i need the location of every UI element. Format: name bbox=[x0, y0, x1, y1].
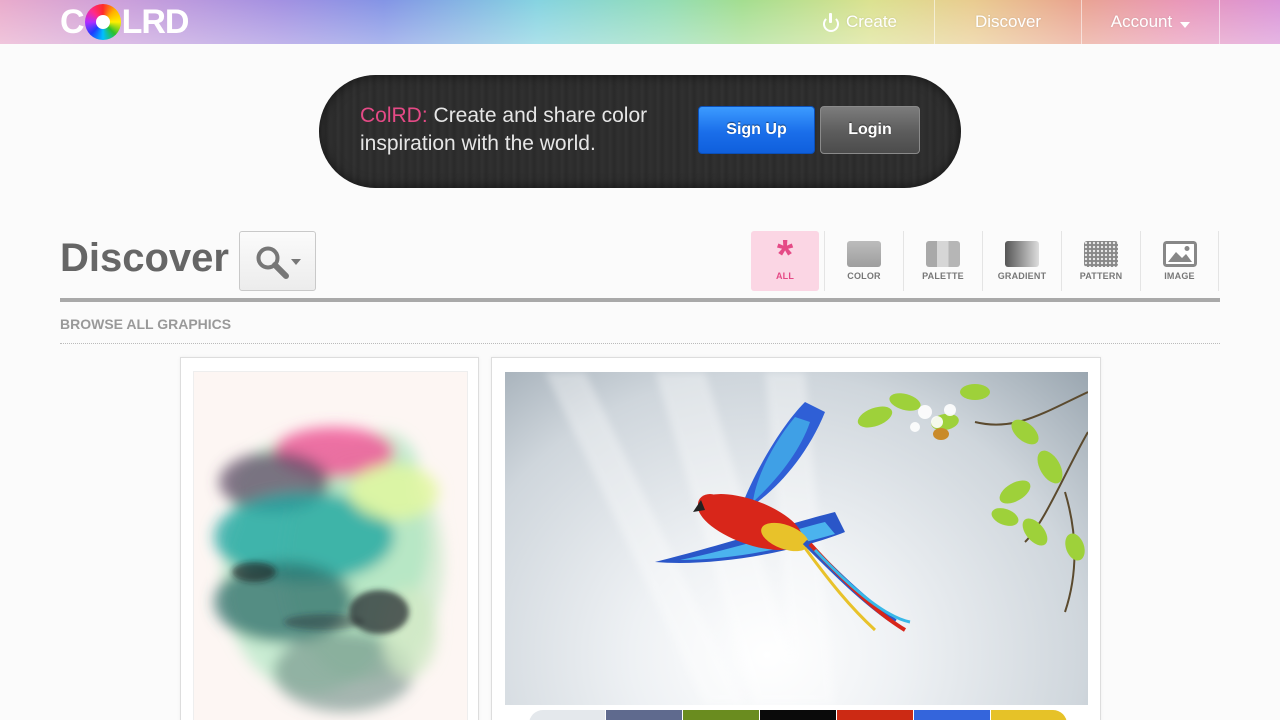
dotted-divider bbox=[60, 343, 1220, 344]
image-icon bbox=[1162, 241, 1197, 267]
filter-label: GRADIENT bbox=[997, 271, 1047, 281]
palette-swatch[interactable] bbox=[683, 710, 759, 720]
palette-swatch[interactable] bbox=[991, 710, 1067, 720]
graphic-type-filters: * ALL COLOR PALETTE GRADIENT PATTERN IMA… bbox=[751, 231, 1219, 291]
top-navigation-bar: C LRD Create Discover Account bbox=[0, 0, 1280, 44]
promo-brand: ColRD: bbox=[360, 104, 428, 127]
page-title: Discover bbox=[60, 236, 229, 280]
color-icon bbox=[847, 241, 881, 267]
filter-image[interactable]: IMAGE bbox=[1140, 231, 1219, 291]
colrd-logo[interactable]: C LRD bbox=[60, 2, 190, 41]
filter-gradient[interactable]: GRADIENT bbox=[982, 231, 1061, 291]
filter-label: PATTERN bbox=[1079, 271, 1123, 281]
graphic-card[interactable] bbox=[180, 357, 479, 720]
graphic-card[interactable] bbox=[491, 357, 1101, 720]
palette-swatch[interactable] bbox=[529, 710, 605, 720]
section-divider bbox=[60, 298, 1220, 302]
nav-create[interactable]: Create bbox=[800, 0, 935, 44]
login-button[interactable]: Login bbox=[820, 106, 920, 154]
power-icon bbox=[822, 13, 840, 32]
search-icon bbox=[256, 246, 289, 279]
gradient-icon bbox=[1005, 241, 1039, 267]
watercolor-splash-art bbox=[214, 427, 444, 712]
watercolor-image[interactable] bbox=[193, 371, 468, 720]
filter-label: IMAGE bbox=[1164, 271, 1195, 281]
palette-swatch[interactable] bbox=[914, 710, 990, 720]
parrot-image[interactable] bbox=[505, 372, 1088, 705]
filter-palette[interactable]: PALETTE bbox=[903, 231, 982, 291]
color-wheel-icon bbox=[84, 4, 121, 40]
nav-account-label: Account bbox=[1110, 12, 1173, 31]
promo-banner: ColRD: Create and share color inspiratio… bbox=[319, 75, 961, 188]
promo-text: ColRD: Create and share color inspiratio… bbox=[360, 102, 680, 158]
asterisk-icon: * bbox=[776, 231, 794, 278]
filter-pattern[interactable]: PATTERN bbox=[1061, 231, 1140, 291]
browse-heading: BROWSE ALL GRAPHICS bbox=[60, 316, 232, 332]
filter-label: PALETTE bbox=[922, 271, 964, 281]
filter-label: COLOR bbox=[847, 271, 881, 281]
logo-letters: LRD bbox=[121, 2, 190, 41]
palette-swatch[interactable] bbox=[760, 710, 836, 720]
color-palette-strip bbox=[529, 710, 1068, 720]
palette-icon bbox=[926, 241, 960, 267]
filter-all[interactable]: * ALL bbox=[751, 231, 819, 291]
filter-color[interactable]: COLOR bbox=[824, 231, 903, 291]
chevron-down-icon bbox=[1180, 22, 1191, 28]
palette-swatch[interactable] bbox=[606, 710, 682, 720]
chevron-down-icon bbox=[291, 259, 301, 265]
signup-button[interactable]: Sign Up bbox=[698, 106, 815, 154]
parrot-art bbox=[545, 372, 1088, 705]
nav-account[interactable]: Account bbox=[1082, 0, 1220, 44]
pattern-icon bbox=[1084, 241, 1118, 267]
filter-label: ALL bbox=[775, 271, 795, 281]
nav-discover-label: Discover bbox=[974, 12, 1042, 31]
logo-letter-c: C bbox=[60, 2, 85, 41]
nav-discover[interactable]: Discover bbox=[935, 0, 1082, 44]
palette-swatch[interactable] bbox=[837, 710, 913, 720]
main-nav: Create Discover Account bbox=[800, 0, 1220, 44]
nav-create-label: Create bbox=[845, 12, 897, 31]
search-dropdown-button[interactable] bbox=[239, 231, 316, 291]
